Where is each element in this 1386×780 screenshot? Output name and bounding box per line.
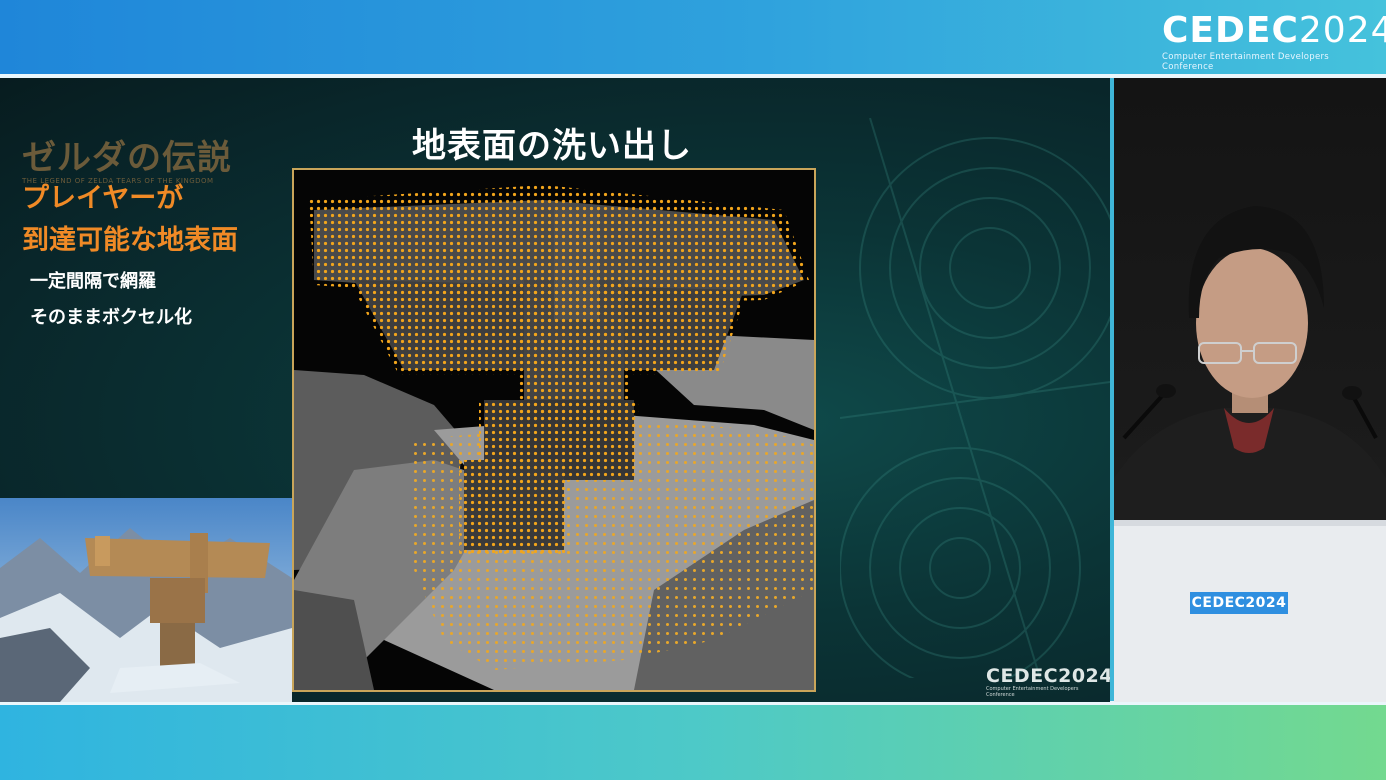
slide-bullets: 一定間隔で網羅 そのままボクセル化: [30, 264, 290, 336]
slide-watermark-subtitle: Computer Entertainment Developers Confer…: [986, 686, 1079, 698]
event-logo-text: CEDEC2024: [1162, 10, 1386, 51]
sky-island-image: [0, 498, 292, 702]
slide-heading-line-2: 到達可能な地表面: [22, 225, 238, 256]
bullet-item: そのままボクセル化: [30, 307, 192, 328]
slide-watermark-text: CEDEC2024: [986, 665, 1110, 687]
bottom-broadcast-band: [0, 704, 1386, 780]
slide-heading-line-1: プレイヤーが: [22, 183, 184, 214]
slide-heading: プレイヤーが 到達可能な地表面: [22, 178, 292, 262]
event-logo: CEDEC2024 Computer Entertainment Develop…: [1162, 10, 1386, 73]
decorative-pattern: [840, 118, 1110, 678]
laptop-sticker: CEDEC2024: [1190, 592, 1288, 614]
voxel-visualization: [292, 168, 816, 692]
slide-title: 地表面の洗い出し: [412, 126, 692, 166]
presentation-slide: ゼルダの伝説 THE LEGEND OF ZELDA TEARS OF THE …: [0, 78, 1110, 702]
event-logo-main: CEDEC: [1162, 10, 1299, 51]
event-logo-year: 2024: [1298, 10, 1386, 51]
game-logo-jp: ゼルダの伝説: [22, 138, 232, 178]
event-subtitle: Computer Entertainment Developers Confer…: [1162, 52, 1330, 72]
game-screenshot-thumbnail: [0, 498, 292, 702]
voxel-render-image: [294, 170, 814, 690]
bullet-item: 一定間隔で網羅: [30, 271, 156, 292]
slide-watermark-logo: CEDEC2024 Computer Entertainment Develop…: [986, 665, 1110, 698]
